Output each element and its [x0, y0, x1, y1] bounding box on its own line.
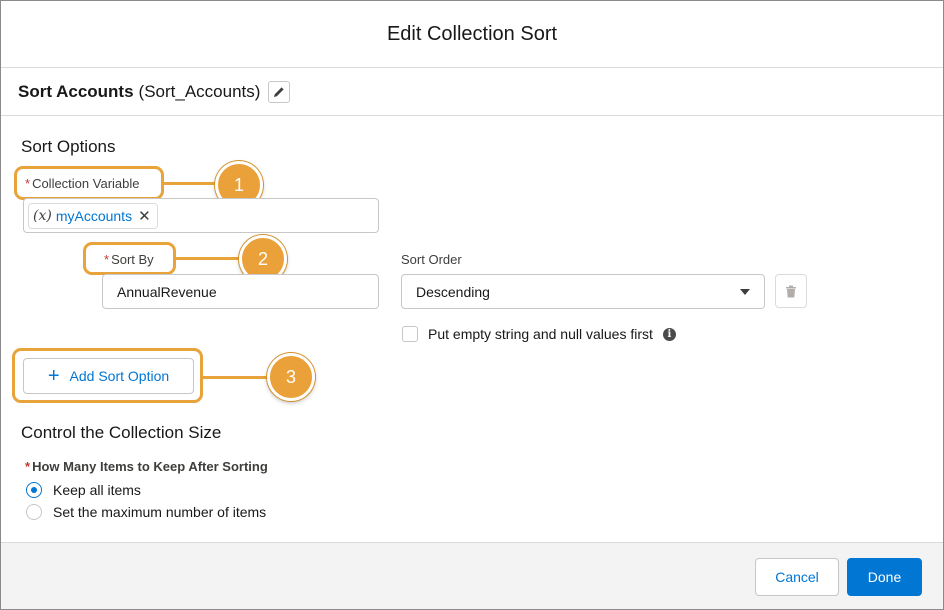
required-mark: *: [25, 459, 31, 474]
pencil-icon: [274, 86, 285, 97]
required-mark: *: [104, 252, 110, 267]
callout-3: 3: [267, 353, 315, 401]
edit-collection-sort-modal: Edit Collection Sort Sort Accounts (Sort…: [0, 0, 944, 610]
required-mark: *: [25, 176, 31, 191]
cancel-button[interactable]: Cancel: [755, 558, 839, 596]
trash-icon: [786, 285, 796, 297]
info-icon[interactable]: i: [662, 327, 676, 341]
element-name-bar: Sort Accounts (Sort_Accounts): [1, 68, 943, 116]
add-sort-option-button[interactable]: + Add Sort Option: [23, 358, 194, 394]
done-button[interactable]: Done: [847, 558, 922, 596]
callout-2-connector: [174, 257, 242, 260]
modal-title: Edit Collection Sort: [386, 22, 558, 45]
collection-variable-label: * Collection Variable: [25, 176, 140, 191]
edit-element-button[interactable]: [268, 80, 291, 103]
nulls-first-row: Put empty string and null values first i: [402, 326, 676, 342]
variable-pill-label: myAccounts: [55, 207, 133, 224]
sort-by-label: * Sort By: [104, 252, 154, 267]
variable-pill[interactable]: (x) myAccounts ✕: [28, 202, 158, 229]
collection-size-heading: Control the Collection Size: [21, 423, 222, 442]
modal-footer: Cancel Done: [1, 542, 943, 609]
modal-header: Edit Collection Sort: [1, 1, 943, 68]
collection-variable-field[interactable]: (x) myAccounts ✕: [23, 198, 379, 233]
set-max-items-radio[interactable]: [26, 504, 42, 520]
delete-sort-option-button[interactable]: [775, 274, 807, 308]
items-to-keep-label: * How Many Items to Keep After Sorting: [25, 459, 268, 474]
keep-all-items-radio[interactable]: [26, 482, 42, 498]
sort-order-label: Sort Order: [401, 252, 462, 267]
sort-by-input[interactable]: AnnualRevenue: [102, 274, 379, 309]
element-api-name: (Sort_Accounts): [138, 81, 261, 101]
sort-order-select[interactable]: Descending: [401, 274, 765, 309]
nulls-first-label: Put empty string and null values first: [428, 326, 653, 342]
remove-variable-icon[interactable]: ✕: [138, 207, 151, 225]
plus-icon: +: [47, 365, 60, 387]
callout-3-connector: [201, 376, 271, 379]
keep-all-items-option[interactable]: Keep all items: [26, 482, 141, 498]
variable-icon: (x): [33, 207, 52, 224]
callout-1-connector: [162, 182, 218, 185]
chevron-down-icon: [740, 289, 750, 295]
sort-options-heading: Sort Options: [21, 137, 116, 156]
element-label: Sort Accounts: [18, 81, 134, 101]
nulls-first-checkbox[interactable]: [402, 326, 418, 342]
set-max-items-option[interactable]: Set the maximum number of items: [26, 504, 266, 520]
